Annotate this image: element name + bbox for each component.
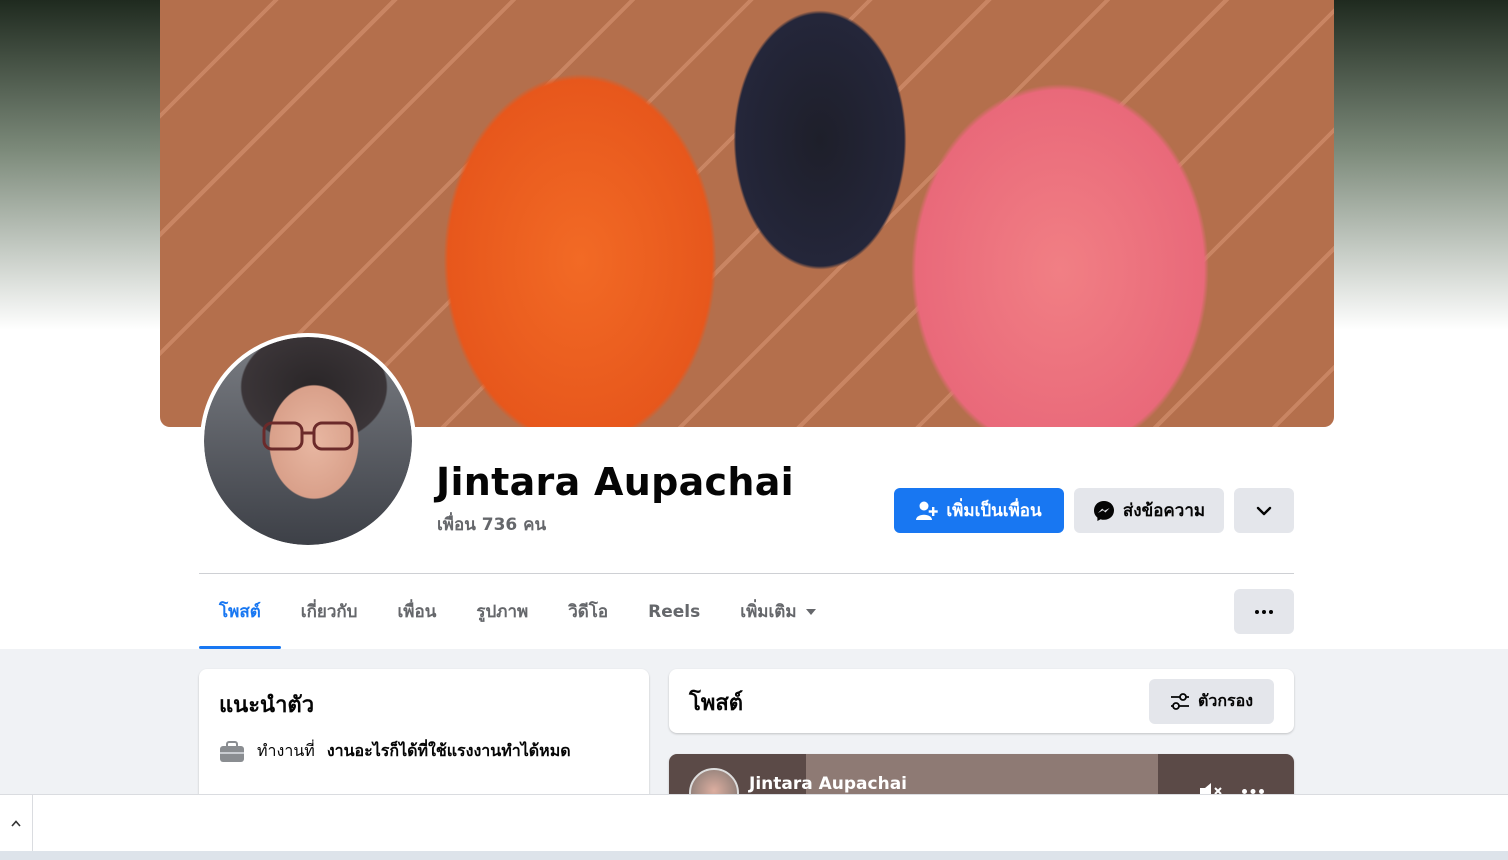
post-options-icon[interactable] — [1242, 788, 1264, 794]
message-label: ส่งข้อความ — [1122, 501, 1206, 521]
filter-sliders-icon — [1170, 692, 1189, 710]
browser-bottom-bar — [0, 794, 1508, 852]
friends-count[interactable]: เพื่อน 736 คน — [437, 511, 546, 538]
intro-work-row: ทำงานที่ งานอะไรก็ได้ที่ใช้แรงงานทำได้หม… — [219, 739, 571, 764]
caret-down-icon — [805, 608, 816, 615]
profile-name: Jintara Aupachai — [436, 460, 794, 504]
work-prefix: ทำงานที่ — [257, 741, 315, 760]
tabs-more-options-button[interactable] — [1234, 589, 1294, 634]
taskbar-strip — [0, 851, 1508, 860]
profile-options-button[interactable] — [1234, 488, 1294, 533]
ellipsis-icon — [1255, 609, 1273, 614]
tab-videos[interactable]: วิดีโอ — [548, 574, 628, 649]
post-author-name[interactable]: Jintara Aupachai — [749, 774, 907, 794]
tab-label: วิดีโอ — [568, 602, 609, 622]
chevron-up-icon — [11, 820, 21, 827]
tab-label: เพื่อน — [397, 602, 437, 622]
briefcase-icon — [220, 740, 244, 762]
tab-label: เกี่ยวกับ — [300, 602, 358, 622]
filter-label: ตัวกรอง — [1197, 691, 1254, 710]
add-friend-button[interactable]: เพิ่มเป็นเพื่อน — [894, 488, 1064, 533]
intro-title: แนะนำตัว — [219, 693, 315, 718]
chevron-down-icon — [1256, 506, 1272, 515]
tab-reels[interactable]: Reels — [628, 574, 720, 649]
tab-label: โพสต์ — [219, 602, 261, 622]
tab-friends[interactable]: เพื่อน — [377, 574, 456, 649]
expand-caret-button[interactable] — [0, 795, 33, 852]
tab-label: รูปภาพ — [476, 602, 529, 622]
tab-photos[interactable]: รูปภาพ — [456, 574, 548, 649]
profile-tabs: โพสต์ เกี่ยวกับ เพื่อน รูปภาพ วิดีโอ Ree… — [199, 574, 837, 649]
filter-button[interactable]: ตัวกรอง — [1149, 679, 1274, 724]
messenger-icon — [1093, 500, 1114, 521]
add-friend-label: เพิ่มเป็นเพื่อน — [946, 501, 1042, 521]
message-button[interactable]: ส่งข้อความ — [1074, 488, 1224, 533]
workplace-name[interactable]: งานอะไรก็ได้ที่ใช้แรงงานทำได้หมด — [327, 739, 571, 764]
tab-about[interactable]: เกี่ยวกับ — [281, 574, 378, 649]
posts-title: โพสต์ — [689, 691, 744, 716]
profile-avatar[interactable] — [200, 333, 416, 549]
glasses-graphic — [262, 421, 354, 451]
tab-posts[interactable]: โพสต์ — [199, 574, 281, 649]
tab-label: เพิ่มเติม — [740, 602, 797, 622]
posts-header-card: โพสต์ ตัวกรอง — [669, 669, 1294, 733]
tab-label: Reels — [648, 601, 701, 622]
add-person-icon — [916, 501, 939, 520]
tab-more[interactable]: เพิ่มเติม — [720, 574, 836, 649]
